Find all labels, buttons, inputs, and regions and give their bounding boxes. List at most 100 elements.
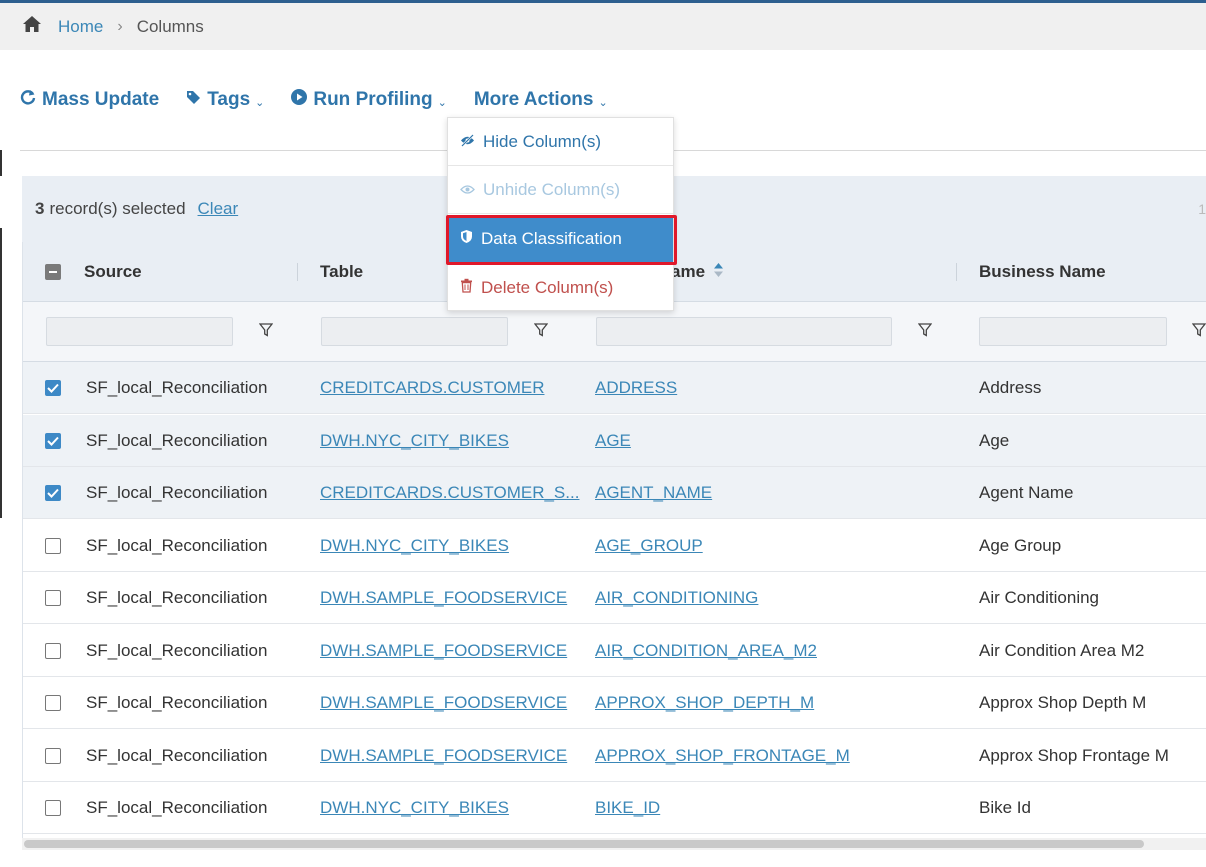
cell-table-link-wrapper: DWH.NYC_CITY_BIKES [320,415,509,467]
cell-column-name-link[interactable]: ADDRESS [595,378,677,398]
horizontal-scrollbar[interactable] [22,838,1206,850]
row-checkbox-cell[interactable] [45,730,61,782]
run-profiling-dropdown[interactable]: Run Profiling ⌄ [291,89,447,111]
home-icon[interactable] [22,15,42,38]
cell-table-link[interactable]: DWH.NYC_CITY_BIKES [320,536,509,556]
header-table[interactable]: Table [320,242,363,302]
cell-table-link[interactable]: DWH.SAMPLE_FOODSERVICE [320,588,567,608]
column-divider[interactable] [297,263,298,281]
row-checkbox-cell[interactable] [45,625,61,677]
select-all-checkbox[interactable] [45,264,61,280]
table-filter-input[interactable] [321,317,508,346]
menu-item-hide-columns[interactable]: Hide Column(s) [448,118,673,166]
filter-icon[interactable] [533,323,549,342]
cell-column-name-link[interactable]: AGENT_NAME [595,483,712,503]
source-filter-input[interactable] [46,317,233,346]
header-source[interactable]: Source [84,242,142,302]
filter-icon[interactable] [1191,323,1206,342]
breadcrumb-home-link[interactable]: Home [58,17,103,37]
menu-item-unhide-columns[interactable]: Unhide Column(s) [448,166,673,214]
cell-column-name-link[interactable]: BIKE_ID [595,798,660,818]
row-checkbox-cell[interactable] [45,677,61,729]
cell-column-name-link[interactable]: AIR_CONDITIONING [595,588,758,608]
column-divider[interactable] [956,263,957,281]
header-column-name[interactable]: ame [671,242,724,302]
tags-dropdown[interactable]: Tags ⌄ [186,89,264,111]
more-actions-dropdown[interactable]: More Actions ⌄ [474,89,608,111]
breadcrumb-separator: › [117,17,123,35]
selected-text: record(s) selected [49,199,186,218]
row-checkbox-cell[interactable] [45,520,61,572]
row-checkbox-cell[interactable] [45,782,61,834]
table-row[interactable]: SF_local_Reconciliation DWH.SAMPLE_FOODSE… [23,572,1206,624]
cell-column-name-link[interactable]: APPROX_SHOP_FRONTAGE_M [595,746,850,766]
table-row[interactable]: SF_local_Reconciliation DWH.SAMPLE_FOODSE… [23,624,1206,677]
cell-column-name-link-wrapper: AGENT_NAME [595,467,712,519]
table-row[interactable]: SF_local_Reconciliation DWH.NYC_CITY_BIKE… [23,519,1206,572]
row-checkbox[interactable] [45,747,61,764]
mass-update-button[interactable]: Mass Update [20,89,159,111]
select-all-checkbox-cell[interactable] [45,242,61,302]
chevron-down-icon: ⌄ [598,96,608,109]
cell-table-link[interactable]: DWH.SAMPLE_FOODSERVICE [320,641,567,661]
cell-source-wrapper: SF_local_Reconciliation [86,415,267,467]
header-business-name[interactable]: Business Name [979,242,1106,302]
business-name-filter-input[interactable] [979,317,1167,346]
cell-column-name-link[interactable]: AIR_CONDITION_AREA_M2 [595,641,817,661]
row-checkbox[interactable] [45,800,61,816]
cell-table-link[interactable]: CREDITCARDS.CUSTOMER [320,378,544,398]
row-checkbox[interactable] [45,432,61,449]
table-row[interactable]: SF_local_Reconciliation CREDITCARDS.CUSTO… [23,467,1206,519]
cell-table-link[interactable]: DWH.SAMPLE_FOODSERVICE [320,693,567,713]
refresh-icon [20,89,42,111]
cell-table-link-wrapper: DWH.SAMPLE_FOODSERVICE [320,730,567,782]
row-checkbox[interactable] [45,380,61,396]
cell-table-link[interactable]: DWH.NYC_CITY_BIKES [320,798,509,818]
row-checkbox[interactable] [45,590,61,606]
cell-table-link-wrapper: CREDITCARDS.CUSTOMER [320,362,544,414]
cell-column-name-link[interactable]: AGE_GROUP [595,536,703,556]
filter-icon[interactable] [917,323,933,342]
filter-icon[interactable] [258,323,274,342]
play-circle-icon [291,89,313,111]
scrollbar-thumb[interactable] [24,840,1144,848]
cell-column-name-link[interactable]: APPROX_SHOP_DEPTH_M [595,693,814,713]
cell-business-name: Bike Id [979,798,1031,817]
row-checkbox[interactable] [45,642,61,659]
row-checkbox-cell[interactable] [45,572,61,624]
clear-selection-link[interactable]: Clear [198,199,239,219]
row-checkbox[interactable] [45,485,61,501]
row-checkbox[interactable] [45,695,61,711]
more-actions-label: More Actions [473,89,594,110]
row-checkbox-cell[interactable] [45,467,61,519]
row-checkbox-cell[interactable] [45,362,61,414]
table-row[interactable]: SF_local_Reconciliation DWH.SAMPLE_FOODSE… [23,729,1206,782]
row-checkbox[interactable] [45,537,61,554]
table-row[interactable]: SF_local_Reconciliation DWH.NYC_CITY_BIKE… [23,414,1206,467]
cell-table-link-wrapper: DWH.NYC_CITY_BIKES [320,782,509,834]
row-checkbox-cell[interactable] [45,415,61,467]
cell-business-name-wrapper: Air Condition Area M2 [979,625,1144,677]
cell-source-wrapper: SF_local_Reconciliation [86,467,267,519]
cell-table-link[interactable]: CREDITCARDS.CUSTOMER_S... [320,483,579,503]
table-row[interactable]: SF_local_Reconciliation DWH.SAMPLE_FOODSE… [23,677,1206,729]
column-name-filter-input[interactable] [596,317,892,346]
sort-icon[interactable] [713,262,724,283]
cell-business-name-wrapper: Bike Id [979,782,1031,834]
menu-item-delete-columns[interactable]: Delete Column(s) [448,264,673,312]
cell-table-link[interactable]: DWH.NYC_CITY_BIKES [320,431,509,451]
cell-column-name-link[interactable]: AGE [595,431,631,451]
table-row[interactable]: SF_local_Reconciliation DWH.NYC_CITY_BIKE… [23,782,1206,834]
cell-source: SF_local_Reconciliation [86,483,268,502]
eye-icon [460,180,483,200]
cell-business-name: Approx Shop Frontage M [979,745,1169,765]
trash-icon [460,278,481,298]
cell-table-link[interactable]: DWH.SAMPLE_FOODSERVICE [320,746,567,766]
table-row[interactable]: SF_local_Reconciliation CREDITCARDS.CUSTO… [23,362,1206,414]
cell-business-name-wrapper: Agent Name [979,467,1074,519]
cell-business-name-wrapper: Approx Shop Frontage M [979,730,1169,782]
cell-business-name: Air Condition Area M2 [979,640,1145,660]
cell-column-name-link-wrapper: ADDRESS [595,362,677,414]
eye-slash-icon [460,132,483,152]
menu-item-data-classification[interactable]: Data Classification [448,215,673,263]
